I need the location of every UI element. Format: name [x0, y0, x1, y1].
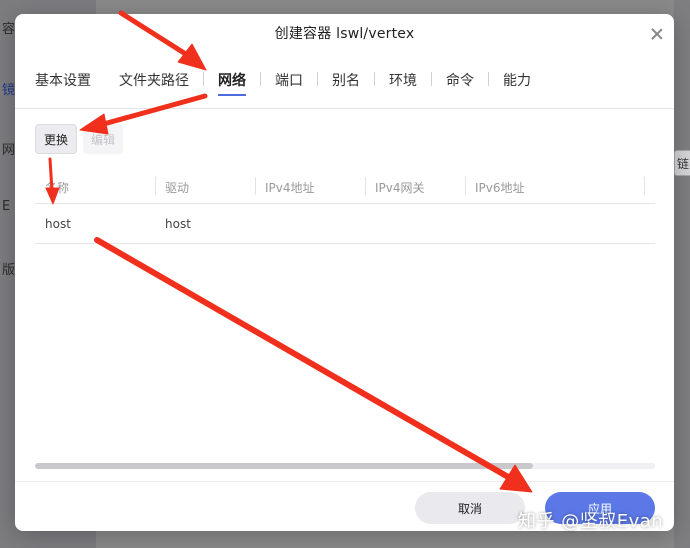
column-header-ipv4-gateway[interactable]: IPv4网关: [365, 176, 465, 196]
cell-name: host: [45, 216, 71, 231]
tab-command[interactable]: 命令: [446, 70, 474, 96]
close-icon[interactable]: [651, 28, 663, 40]
tab-separator: [317, 72, 318, 86]
background-right-panel: 链: [674, 0, 690, 548]
cancel-button[interactable]: 取消: [415, 492, 525, 524]
create-container-dialog: 创建容器 lswl/vertex 基本设置 文件夹路径 网络 端口 别名 环境 …: [15, 14, 674, 531]
tab-capabilities[interactable]: 能力: [503, 70, 531, 96]
tab-separator: [203, 72, 204, 86]
tabs-divider: [15, 108, 674, 109]
tab-network[interactable]: 网络: [218, 70, 246, 96]
dialog-title: 创建容器 lswl/vertex: [274, 26, 415, 42]
scrollbar-thumb[interactable]: [35, 463, 533, 469]
background-item: 镜: [2, 83, 16, 98]
background-item: 网: [2, 143, 16, 158]
cell-driver: host: [165, 216, 191, 231]
tab-separator: [431, 72, 432, 86]
column-header-name[interactable]: 名称: [35, 179, 155, 196]
tab-basic-settings[interactable]: 基本设置: [35, 70, 91, 96]
tab-separator: [488, 72, 489, 86]
column-header-ipv4-address[interactable]: IPv4地址: [255, 176, 365, 196]
background-link-chip: 链: [674, 150, 690, 176]
network-table: 名称 驱动 IPv4地址 IPv4网关 IPv6地址 host host: [35, 171, 655, 244]
network-toolbar: 更换 编辑: [35, 124, 124, 154]
background-item: E: [2, 199, 11, 214]
tab-environment[interactable]: 环境: [389, 70, 417, 96]
tab-bar: 基本设置 文件夹路径 网络 端口 别名 环境 命令 能力: [35, 70, 531, 96]
table-header: 名称 驱动 IPv4地址 IPv4网关 IPv6地址: [35, 171, 655, 204]
edit-network-button[interactable]: 编辑: [83, 124, 124, 154]
tab-alias[interactable]: 别名: [332, 70, 360, 96]
tab-folder-paths[interactable]: 文件夹路径: [119, 70, 189, 96]
tab-separator: [374, 72, 375, 86]
column-header-driver[interactable]: 驱动: [155, 176, 255, 196]
table-row[interactable]: host host: [35, 204, 655, 244]
tab-ports[interactable]: 端口: [275, 70, 303, 96]
tab-separator: [260, 72, 261, 86]
watermark: 知乎 @坚叔Evan: [518, 511, 664, 532]
column-header-ipv6-address[interactable]: IPv6地址: [465, 176, 655, 196]
footer-divider: [15, 481, 674, 482]
change-network-button[interactable]: 更换: [35, 124, 78, 154]
horizontal-scrollbar[interactable]: [35, 463, 655, 469]
